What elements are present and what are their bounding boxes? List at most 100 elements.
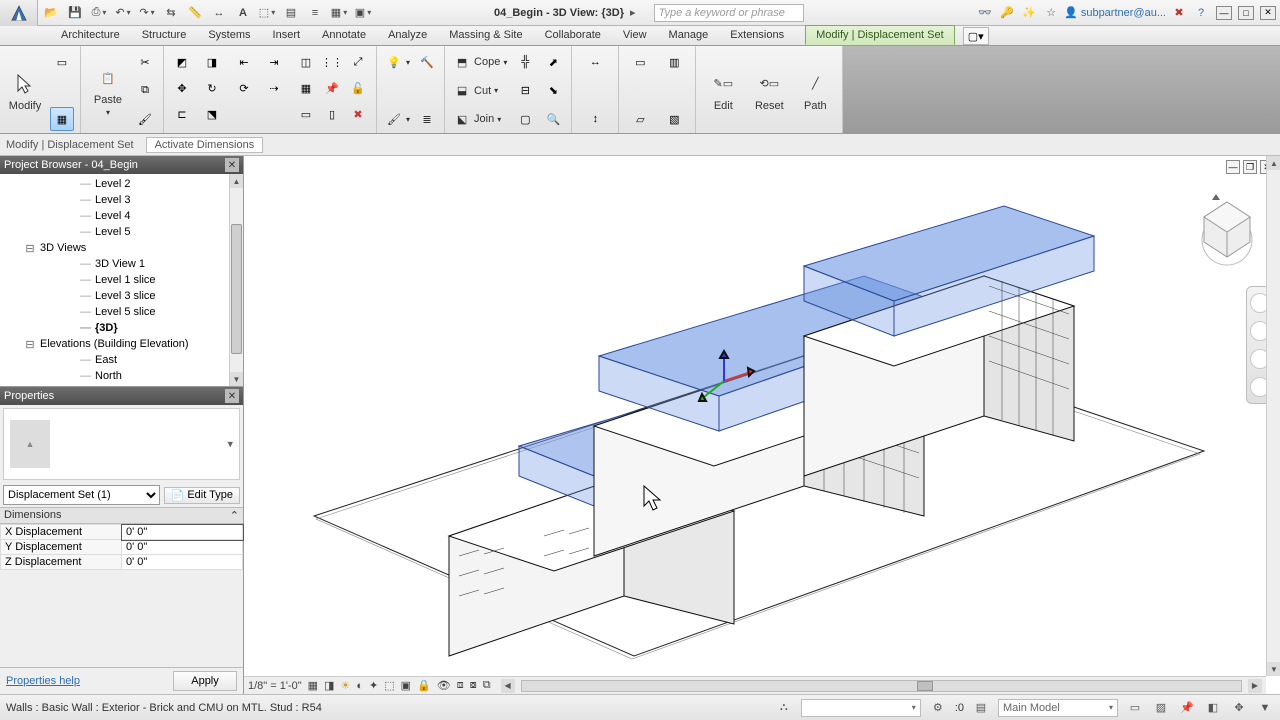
- sync-icon[interactable]: ⇆: [160, 2, 182, 24]
- minimize-button[interactable]: —: [1216, 6, 1232, 20]
- editable-only-icon[interactable]: ⚙: [929, 699, 947, 717]
- key-icon[interactable]: 🔑: [998, 4, 1016, 22]
- detach-icon[interactable]: ⬊: [541, 79, 565, 103]
- ungroup-icon[interactable]: ▯: [320, 102, 344, 126]
- tab-modify-displacement-set[interactable]: Modify | Displacement Set: [805, 25, 955, 45]
- crop-icon[interactable]: ⬚: [384, 679, 394, 692]
- scroll-right-icon[interactable]: ▶: [1248, 679, 1262, 693]
- measure-icon[interactable]: 📏: [184, 2, 206, 24]
- render-icon[interactable]: ✦: [369, 679, 378, 692]
- mirror-icon[interactable]: ◫: [294, 50, 318, 74]
- tab-manage[interactable]: Manage: [658, 25, 720, 45]
- tree-item[interactable]: —{3D}: [0, 320, 243, 336]
- tree-item[interactable]: —East: [0, 352, 243, 368]
- scroll-left-icon[interactable]: ◀: [501, 679, 515, 693]
- favorite-icon[interactable]: ☆: [1042, 4, 1060, 22]
- hscroll-thumb[interactable]: [917, 681, 933, 691]
- beam-join-icon[interactable]: ⊏: [170, 102, 194, 126]
- tree-item[interactable]: —Level 5: [0, 224, 243, 240]
- create-assembly-icon[interactable]: ▥: [659, 50, 689, 74]
- tab-systems[interactable]: Systems: [197, 25, 261, 45]
- gap-icon[interactable]: ⊟: [513, 79, 537, 103]
- tree-item[interactable]: —Level 3: [0, 192, 243, 208]
- switch-windows-dropdown[interactable]: ▣: [352, 2, 374, 24]
- tab-structure[interactable]: Structure: [131, 25, 198, 45]
- attach-icon[interactable]: ⬈: [541, 50, 565, 74]
- link-select-icon[interactable]: ▭: [50, 50, 74, 74]
- project-browser-title[interactable]: Project Browser - 04_Begin ✕: [0, 156, 243, 174]
- query-icon[interactable]: 🔍: [541, 107, 565, 131]
- tab-massing-site[interactable]: Massing & Site: [438, 25, 533, 45]
- user-account[interactable]: 👤subpartner@au...: [1064, 6, 1166, 19]
- align-icon[interactable]: ⇤: [232, 50, 256, 74]
- filter-icon[interactable]: ▤: [972, 699, 990, 717]
- view-cube[interactable]: [1192, 192, 1262, 262]
- create-similar-icon[interactable]: ▭: [625, 50, 655, 74]
- modify-button[interactable]: Modify: [4, 50, 46, 131]
- edit-type-button[interactable]: 📄Edit Type: [164, 487, 240, 504]
- crop-visible-icon[interactable]: ▣: [401, 679, 411, 692]
- pin-icon[interactable]: 📌: [320, 76, 344, 100]
- select-pinned-icon[interactable]: 📌: [1178, 699, 1196, 717]
- offset-icon[interactable]: ⇥: [262, 50, 286, 74]
- filter-selection-icon[interactable]: ▼: [1256, 699, 1274, 717]
- tab-insert[interactable]: Insert: [262, 25, 312, 45]
- activate-dimensions-button[interactable]: Activate Dimensions: [146, 137, 264, 153]
- search-icon[interactable]: 👓: [976, 4, 994, 22]
- edit-displacement-button[interactable]: ✎▭ Edit: [702, 50, 744, 131]
- close-icon[interactable]: ✕: [225, 389, 239, 403]
- tab-extensions[interactable]: Extensions: [719, 25, 795, 45]
- canvas-hscroll[interactable]: [521, 680, 1242, 692]
- redo-dropdown[interactable]: ↷: [136, 2, 158, 24]
- wall-join-icon[interactable]: ◨: [200, 50, 224, 74]
- undo-dropdown[interactable]: ↶: [112, 2, 134, 24]
- demolish-icon[interactable]: 🔨: [416, 50, 438, 74]
- panel-toggle-icon[interactable]: ▢▾: [963, 27, 989, 45]
- model-combo[interactable]: Main Model: [998, 699, 1118, 717]
- array2-icon[interactable]: ▦: [294, 76, 318, 100]
- app-menu-button[interactable]: [0, 0, 38, 26]
- tree-item[interactable]: —Level 2: [0, 176, 243, 192]
- select-links-icon[interactable]: ▭: [1126, 699, 1144, 717]
- reset-displacement-button[interactable]: ⟲▭ Reset: [748, 50, 790, 131]
- worksharing-icon[interactable]: ⧇: [470, 679, 477, 692]
- help-icon[interactable]: ?: [1192, 4, 1210, 22]
- dimensions-group-header[interactable]: Dimensions ⌃: [0, 507, 243, 524]
- select-underlay-icon[interactable]: ▨: [1152, 699, 1170, 717]
- detail-level-icon[interactable]: ▦: [308, 679, 318, 692]
- rotate2-icon[interactable]: ⟳: [232, 76, 256, 100]
- properties-title[interactable]: Properties ✕: [0, 387, 243, 405]
- wall-opening-icon[interactable]: ▢: [513, 107, 537, 131]
- tree-item[interactable]: —Level 4: [0, 208, 243, 224]
- scroll-thumb[interactable]: [231, 224, 242, 354]
- tab-annotate[interactable]: Annotate: [311, 25, 377, 45]
- linework-icon[interactable]: ≣: [416, 107, 438, 131]
- trim-icon[interactable]: ⇢: [262, 76, 286, 100]
- split-icon[interactable]: ╬: [513, 50, 537, 74]
- dimension-icon[interactable]: ↔: [208, 2, 230, 24]
- text-icon[interactable]: A: [232, 2, 254, 24]
- maximize-button[interactable]: □: [1238, 6, 1254, 20]
- apply-button[interactable]: Apply: [173, 671, 237, 691]
- path-displacement-button[interactable]: ╱ Path: [794, 50, 836, 131]
- browser-scrollbar[interactable]: ▲ ▼: [229, 174, 243, 386]
- drag-elements-icon[interactable]: ✥: [1230, 699, 1248, 717]
- array-icon[interactable]: ⋮⋮: [320, 50, 344, 74]
- delete-icon[interactable]: ✖: [346, 102, 370, 126]
- cut-icon[interactable]: ✂: [133, 50, 157, 74]
- scroll-up-icon[interactable]: ▲: [1267, 156, 1280, 170]
- tab-architecture[interactable]: Architecture: [50, 25, 131, 45]
- copy-icon[interactable]: ⧉: [133, 79, 157, 103]
- save-icon[interactable]: 💾: [64, 2, 86, 24]
- paint-icon[interactable]: 🖌▾: [383, 107, 412, 131]
- tab-view[interactable]: View: [612, 25, 658, 45]
- play-icon[interactable]: ▸: [630, 6, 636, 19]
- unpin-icon[interactable]: 🔓: [346, 76, 370, 100]
- cut-geom-button[interactable]: ⬓Cut▾: [451, 79, 509, 103]
- tab-analyze[interactable]: Analyze: [377, 25, 438, 45]
- tree-item[interactable]: —Level 5 slice: [0, 304, 243, 320]
- analytical-icon[interactable]: ⧉: [483, 679, 491, 692]
- tree-item[interactable]: ⊟3D Views: [0, 240, 243, 256]
- open-icon[interactable]: 📂: [40, 2, 62, 24]
- scroll-down-icon[interactable]: ▼: [1267, 662, 1280, 676]
